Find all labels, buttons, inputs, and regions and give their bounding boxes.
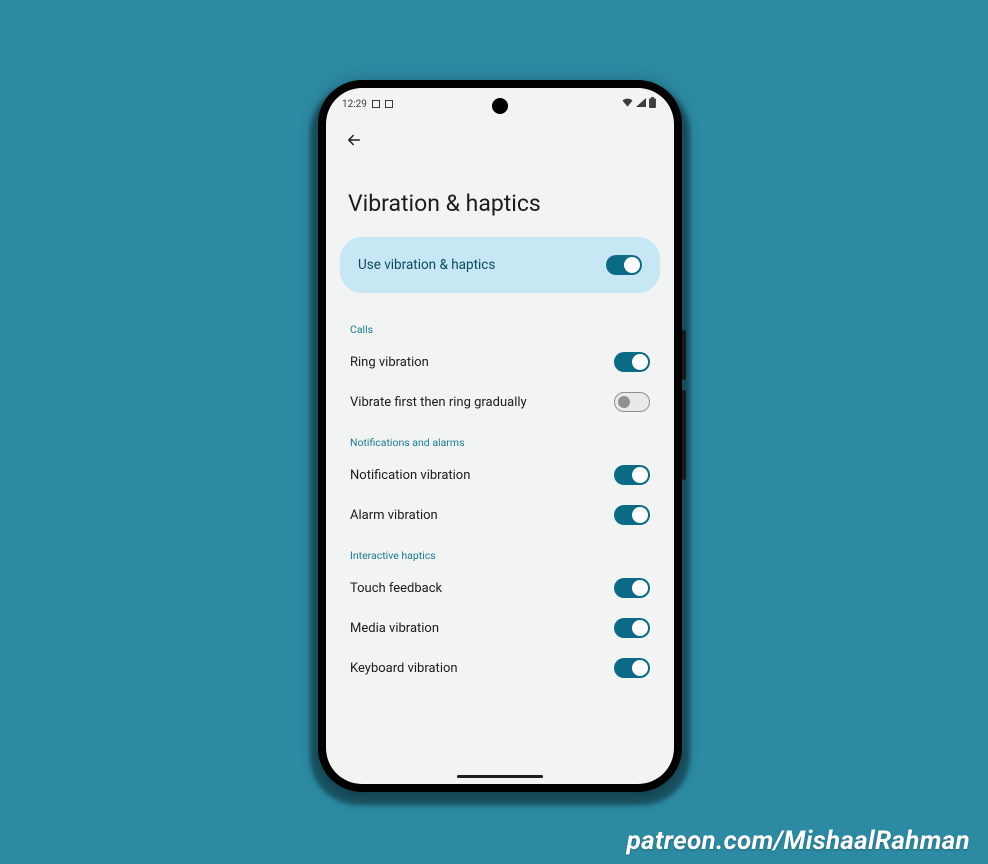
row-ring-vibration[interactable]: Ring vibration	[340, 342, 660, 382]
toggle-thumb	[632, 354, 648, 370]
side-button	[682, 330, 686, 380]
signal-icon	[636, 98, 646, 110]
row-notification-vibration[interactable]: Notification vibration	[340, 455, 660, 495]
row-label: Ring vibration	[350, 355, 429, 370]
card-icon	[385, 100, 393, 108]
status-left: 12:29	[342, 99, 393, 110]
status-time: 12:29	[342, 99, 367, 110]
toggle-thumb	[632, 467, 648, 483]
section-header-calls: Calls	[340, 309, 660, 342]
toggle-vibrate-first[interactable]	[614, 392, 650, 412]
master-toggle[interactable]	[606, 255, 642, 275]
toggle-alarm-vibration[interactable]	[614, 505, 650, 525]
row-alarm-vibration[interactable]: Alarm vibration	[340, 495, 660, 535]
gesture-bar[interactable]	[457, 775, 543, 778]
toggle-thumb	[632, 660, 648, 676]
battery-icon	[649, 97, 656, 111]
toggle-touch-feedback[interactable]	[614, 578, 650, 598]
row-label: Vibrate first then ring gradually	[350, 395, 527, 410]
content: Use vibration & haptics Calls Ring vibra…	[326, 237, 674, 688]
row-keyboard-vibration[interactable]: Keyboard vibration	[340, 648, 660, 688]
page-title: Vibration & haptics	[326, 154, 674, 237]
row-label: Notification vibration	[350, 468, 470, 483]
section-header-interactive: Interactive haptics	[340, 535, 660, 568]
side-button	[682, 390, 686, 480]
phone-frame: 12:29 Vibration & haptics	[318, 80, 682, 792]
camera-cutout	[492, 98, 508, 114]
wifi-icon	[622, 98, 633, 110]
watermark: patreon.com/MishaalRahman	[627, 826, 970, 856]
row-media-vibration[interactable]: Media vibration	[340, 608, 660, 648]
row-label: Media vibration	[350, 621, 439, 636]
ringer-icon	[372, 100, 380, 108]
toggle-thumb	[632, 580, 648, 596]
section-header-notifications: Notifications and alarms	[340, 422, 660, 455]
row-touch-feedback[interactable]: Touch feedback	[340, 568, 660, 608]
toggle-thumb	[618, 396, 630, 408]
master-toggle-card[interactable]: Use vibration & haptics	[340, 237, 660, 293]
row-label: Alarm vibration	[350, 508, 438, 523]
back-button[interactable]	[340, 126, 368, 154]
row-label: Keyboard vibration	[350, 661, 458, 676]
toggle-thumb	[624, 257, 640, 273]
screen: 12:29 Vibration & haptics	[326, 88, 674, 784]
toggle-notification-vibration[interactable]	[614, 465, 650, 485]
row-label: Touch feedback	[350, 581, 442, 596]
toggle-thumb	[632, 620, 648, 636]
nav-row	[326, 120, 674, 154]
status-right	[622, 97, 656, 111]
toggle-keyboard-vibration[interactable]	[614, 658, 650, 678]
row-vibrate-first[interactable]: Vibrate first then ring gradually	[340, 382, 660, 422]
master-toggle-label: Use vibration & haptics	[358, 257, 495, 273]
toggle-thumb	[632, 507, 648, 523]
arrow-back-icon	[345, 131, 363, 149]
toggle-media-vibration[interactable]	[614, 618, 650, 638]
toggle-ring-vibration[interactable]	[614, 352, 650, 372]
